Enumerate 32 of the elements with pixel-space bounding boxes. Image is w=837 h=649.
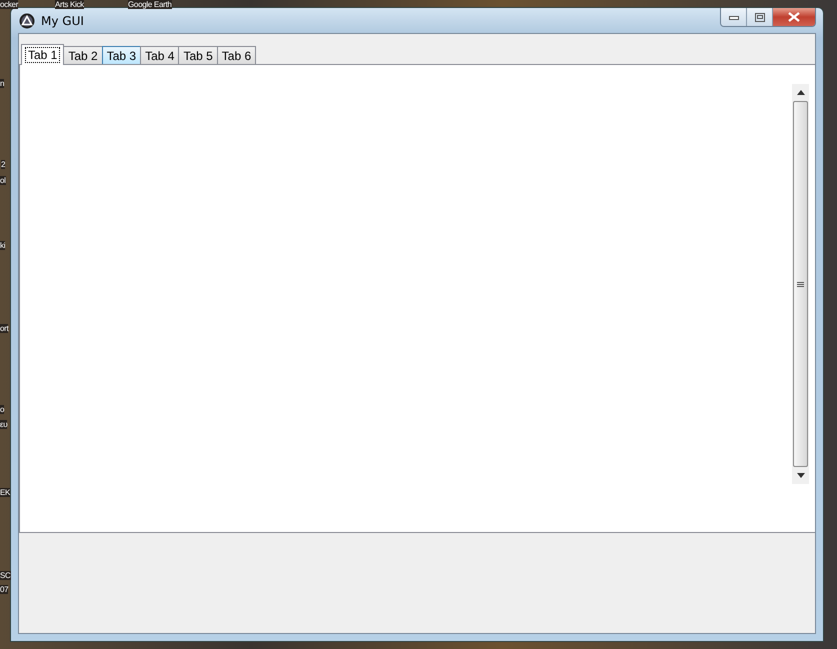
desktop-icon-label[interactable]: ort bbox=[0, 324, 8, 333]
grip-icon bbox=[797, 280, 804, 288]
desktop-icon-label[interactable]: ocker bbox=[0, 0, 18, 9]
desktop-icon-label[interactable]: SC bbox=[0, 571, 11, 580]
desktop-icon-label[interactable]: ευ bbox=[0, 420, 8, 429]
vertical-scrollbar[interactable] bbox=[792, 84, 809, 484]
minimize-button[interactable] bbox=[721, 8, 747, 26]
app-icon bbox=[19, 12, 35, 28]
close-icon bbox=[788, 12, 800, 22]
desktop-icon-label[interactable]: 2 bbox=[1, 160, 6, 169]
tab[interactable]: Tab 3 bbox=[102, 46, 142, 64]
desktop-icon-label[interactable]: EK bbox=[0, 488, 10, 497]
desktop-icon-label[interactable]: ol bbox=[0, 176, 6, 185]
down-arrow-icon bbox=[796, 473, 804, 478]
tab[interactable]: Tab 2 bbox=[63, 46, 103, 64]
tab[interactable]: Tab 4 bbox=[140, 46, 180, 64]
maximize-icon bbox=[754, 12, 764, 22]
up-arrow-icon bbox=[796, 90, 804, 95]
minimize-icon bbox=[728, 14, 738, 20]
window-title: My GUI bbox=[41, 14, 84, 28]
desktop-icon-label[interactable]: o bbox=[0, 405, 4, 414]
desktop-icon-label[interactable]: ki bbox=[0, 241, 6, 250]
desktop-icon-label[interactable]: 07 bbox=[0, 585, 8, 594]
desktop-icon-label[interactable]: Arts Kick bbox=[55, 0, 84, 9]
desktop-icon-label[interactable]: Google Earth bbox=[128, 0, 172, 9]
close-button[interactable] bbox=[773, 8, 815, 26]
tab[interactable]: Tab 6 bbox=[216, 46, 256, 64]
scrollbar-thumb[interactable] bbox=[793, 101, 808, 467]
desktop-icon-label[interactable]: n bbox=[0, 79, 4, 88]
maximize-button[interactable] bbox=[747, 8, 773, 26]
tab[interactable]: Tab 1 bbox=[21, 44, 64, 65]
tab[interactable]: Tab 5 bbox=[178, 46, 218, 64]
